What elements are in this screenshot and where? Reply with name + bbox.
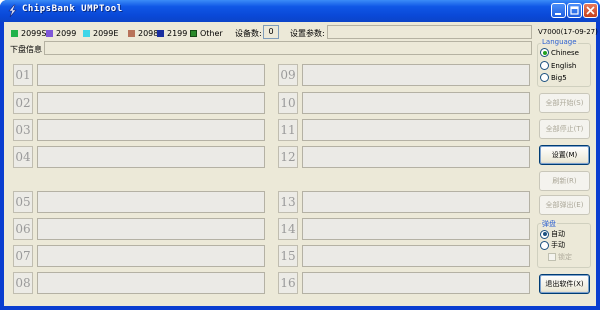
radio-icon — [540, 61, 549, 70]
stop-all-button[interactable]: 全部停止(T) — [539, 119, 590, 139]
slot-status-15[interactable] — [302, 245, 530, 267]
minimize-icon — [555, 13, 561, 15]
slot-status-14[interactable] — [302, 218, 530, 240]
legend-2199: 2199 — [157, 27, 187, 39]
slot-status-04[interactable] — [37, 146, 265, 168]
start-all-button[interactable]: 全部开始(S) — [539, 93, 590, 113]
slot-status-12[interactable] — [302, 146, 530, 168]
legend-2099e: 2099E — [83, 27, 118, 39]
slot-number-04: 04 — [13, 146, 33, 168]
checkbox-label: 锁定 — [558, 253, 572, 261]
maximize-icon — [570, 6, 579, 15]
slot-status-01[interactable] — [37, 64, 265, 86]
device-count-value: 0 — [263, 25, 279, 39]
slot-number-12: 12 — [278, 146, 298, 168]
disk-info-label: 下盘信息 — [10, 45, 42, 54]
exit-button[interactable]: 退出软件(X) — [539, 274, 590, 294]
slot-number-06: 06 — [13, 218, 33, 240]
app-icon — [8, 4, 17, 18]
slot-number-07: 07 — [13, 245, 33, 267]
eject-option-auto[interactable]: 自动 — [540, 229, 565, 239]
slot-status-03[interactable] — [37, 119, 265, 141]
radio-icon — [540, 73, 549, 82]
slot-number-11: 11 — [278, 119, 298, 141]
legend-label: 2099E — [93, 28, 119, 38]
slot-status-11[interactable] — [302, 119, 530, 141]
eject-group-title: 弹盘 — [541, 219, 557, 229]
legend-2099: 2099 — [46, 27, 76, 39]
slot-status-16[interactable] — [302, 272, 530, 294]
radio-icon — [540, 48, 549, 57]
legend-swatch — [83, 29, 90, 37]
version-label: V7000(17-09-27) — [538, 28, 598, 36]
window-title: ChipsBank UMPTool — [22, 4, 123, 14]
slot-number-05: 05 — [13, 191, 33, 213]
language-option-english[interactable]: English — [540, 61, 576, 70]
legend-swatch — [157, 29, 164, 37]
language-option-chinese[interactable]: Chinese — [540, 48, 579, 57]
legend-other: Other — [190, 27, 223, 39]
client-area: 2099S 2099 2099E 2098S 2199 Other 设备数: 0… — [4, 22, 598, 306]
slot-number-13: 13 — [278, 191, 298, 213]
radio-icon — [540, 229, 549, 239]
device-count-label: 设备数: — [235, 29, 262, 38]
settings-param-label: 设置参数: — [290, 29, 325, 38]
slot-number-09: 09 — [278, 64, 298, 86]
close-icon — [586, 6, 595, 15]
legend-swatch — [46, 29, 53, 37]
slot-status-10[interactable] — [302, 92, 530, 114]
slot-status-13[interactable] — [302, 191, 530, 213]
slot-status-02[interactable] — [37, 92, 265, 114]
legend-swatch — [190, 29, 197, 37]
legend-label: Other — [200, 28, 223, 38]
legend-label: 2199 — [167, 28, 188, 38]
lock-checkbox[interactable]: 锁定 — [548, 252, 572, 262]
slot-number-14: 14 — [278, 218, 298, 240]
slot-number-03: 03 — [13, 119, 33, 141]
radio-label: 自动 — [551, 230, 565, 238]
settings-button[interactable]: 设置(M) — [539, 145, 590, 165]
slot-status-07[interactable] — [37, 245, 265, 267]
disk-info-field — [44, 41, 532, 55]
close-button[interactable] — [583, 3, 598, 18]
radio-icon — [540, 240, 549, 250]
language-option-big5[interactable]: Big5 — [540, 73, 567, 82]
title-bar[interactable]: ChipsBank UMPTool — [0, 0, 600, 22]
language-group-title: Language — [541, 38, 578, 46]
refresh-button[interactable]: 刷新(R) — [539, 171, 590, 191]
slot-number-10: 10 — [278, 92, 298, 114]
slot-status-05[interactable] — [37, 191, 265, 213]
slot-number-01: 01 — [13, 64, 33, 86]
legend-swatch — [11, 29, 18, 37]
radio-label: Big5 — [551, 73, 567, 82]
maximize-button[interactable] — [567, 3, 582, 18]
slot-status-06[interactable] — [37, 218, 265, 240]
minimize-button[interactable] — [551, 3, 566, 18]
legend-label: 2099 — [56, 28, 77, 38]
app-window: ChipsBank UMPTool 2099S 2099 2099E 2098S — [0, 0, 600, 310]
legend-2099s: 2099S — [11, 27, 46, 39]
eject-option-manual[interactable]: 手动 — [540, 240, 565, 250]
slot-number-02: 02 — [13, 92, 33, 114]
radio-label: 手动 — [551, 241, 565, 249]
radio-label: English — [551, 61, 577, 70]
eject-all-button[interactable]: 全部弹出(E) — [539, 195, 590, 215]
slot-number-16: 16 — [278, 272, 298, 294]
checkbox-icon — [548, 253, 556, 261]
radio-label: Chinese — [551, 48, 579, 57]
legend-label: 2099S — [21, 28, 47, 38]
slot-status-08[interactable] — [37, 272, 265, 294]
slot-status-09[interactable] — [302, 64, 530, 86]
legend-swatch — [128, 29, 135, 37]
slot-number-15: 15 — [278, 245, 298, 267]
settings-param-field — [327, 25, 532, 39]
slot-number-08: 08 — [13, 272, 33, 294]
